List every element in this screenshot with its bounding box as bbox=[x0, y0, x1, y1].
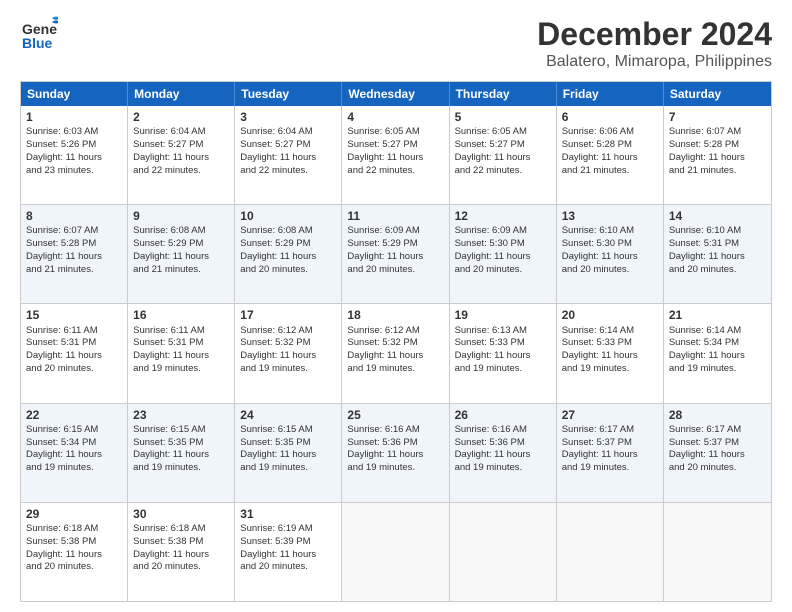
day-25: 25Sunrise: 6:16 AMSunset: 5:36 PMDayligh… bbox=[342, 404, 449, 502]
day-21: 21Sunrise: 6:14 AMSunset: 5:34 PMDayligh… bbox=[664, 304, 771, 402]
day-10: 10Sunrise: 6:08 AMSunset: 5:29 PMDayligh… bbox=[235, 205, 342, 303]
day-27: 27Sunrise: 6:17 AMSunset: 5:37 PMDayligh… bbox=[557, 404, 664, 502]
day-9: 9Sunrise: 6:08 AMSunset: 5:29 PMDaylight… bbox=[128, 205, 235, 303]
header-sunday: Sunday bbox=[21, 82, 128, 106]
day-13: 13Sunrise: 6:10 AMSunset: 5:30 PMDayligh… bbox=[557, 205, 664, 303]
day-6: 6Sunrise: 6:06 AMSunset: 5:28 PMDaylight… bbox=[557, 106, 664, 204]
day-29: 29Sunrise: 6:18 AMSunset: 5:38 PMDayligh… bbox=[21, 503, 128, 601]
logo-icon: General Blue bbox=[20, 16, 58, 54]
calendar: Sunday Monday Tuesday Wednesday Thursday… bbox=[20, 81, 772, 602]
day-31: 31Sunrise: 6:19 AMSunset: 5:39 PMDayligh… bbox=[235, 503, 342, 601]
header-friday: Friday bbox=[557, 82, 664, 106]
header-monday: Monday bbox=[128, 82, 235, 106]
day-empty bbox=[450, 503, 557, 601]
svg-text:Blue: Blue bbox=[22, 35, 53, 51]
day-16: 16Sunrise: 6:11 AMSunset: 5:31 PMDayligh… bbox=[128, 304, 235, 402]
day-14: 14Sunrise: 6:10 AMSunset: 5:31 PMDayligh… bbox=[664, 205, 771, 303]
week-3: 15Sunrise: 6:11 AMSunset: 5:31 PMDayligh… bbox=[21, 303, 771, 402]
day-20: 20Sunrise: 6:14 AMSunset: 5:33 PMDayligh… bbox=[557, 304, 664, 402]
header-wednesday: Wednesday bbox=[342, 82, 449, 106]
calendar-body: 1Sunrise: 6:03 AMSunset: 5:26 PMDaylight… bbox=[21, 106, 771, 601]
calendar-header: Sunday Monday Tuesday Wednesday Thursday… bbox=[21, 82, 771, 106]
week-4: 22Sunrise: 6:15 AMSunset: 5:34 PMDayligh… bbox=[21, 403, 771, 502]
day-23: 23Sunrise: 6:15 AMSunset: 5:35 PMDayligh… bbox=[128, 404, 235, 502]
week-1: 1Sunrise: 6:03 AMSunset: 5:26 PMDaylight… bbox=[21, 106, 771, 204]
day-empty bbox=[342, 503, 449, 601]
header-tuesday: Tuesday bbox=[235, 82, 342, 106]
page-subtitle: Balatero, Mimaropa, Philippines bbox=[537, 53, 772, 71]
day-3: 3Sunrise: 6:04 AMSunset: 5:27 PMDaylight… bbox=[235, 106, 342, 204]
day-5: 5Sunrise: 6:05 AMSunset: 5:27 PMDaylight… bbox=[450, 106, 557, 204]
day-28: 28Sunrise: 6:17 AMSunset: 5:37 PMDayligh… bbox=[664, 404, 771, 502]
header: General Blue December 2024 Balatero, Mim… bbox=[20, 16, 772, 71]
day-8: 8Sunrise: 6:07 AMSunset: 5:28 PMDaylight… bbox=[21, 205, 128, 303]
day-22: 22Sunrise: 6:15 AMSunset: 5:34 PMDayligh… bbox=[21, 404, 128, 502]
week-2: 8Sunrise: 6:07 AMSunset: 5:28 PMDaylight… bbox=[21, 204, 771, 303]
day-12: 12Sunrise: 6:09 AMSunset: 5:30 PMDayligh… bbox=[450, 205, 557, 303]
day-24: 24Sunrise: 6:15 AMSunset: 5:35 PMDayligh… bbox=[235, 404, 342, 502]
week-5: 29Sunrise: 6:18 AMSunset: 5:38 PMDayligh… bbox=[21, 502, 771, 601]
day-4: 4Sunrise: 6:05 AMSunset: 5:27 PMDaylight… bbox=[342, 106, 449, 204]
page-title: December 2024 bbox=[537, 16, 772, 53]
header-saturday: Saturday bbox=[664, 82, 771, 106]
day-19: 19Sunrise: 6:13 AMSunset: 5:33 PMDayligh… bbox=[450, 304, 557, 402]
day-15: 15Sunrise: 6:11 AMSunset: 5:31 PMDayligh… bbox=[21, 304, 128, 402]
day-26: 26Sunrise: 6:16 AMSunset: 5:36 PMDayligh… bbox=[450, 404, 557, 502]
header-thursday: Thursday bbox=[450, 82, 557, 106]
day-11: 11Sunrise: 6:09 AMSunset: 5:29 PMDayligh… bbox=[342, 205, 449, 303]
day-30: 30Sunrise: 6:18 AMSunset: 5:38 PMDayligh… bbox=[128, 503, 235, 601]
day-7: 7Sunrise: 6:07 AMSunset: 5:28 PMDaylight… bbox=[664, 106, 771, 204]
page: General Blue December 2024 Balatero, Mim… bbox=[0, 0, 792, 612]
day-18: 18Sunrise: 6:12 AMSunset: 5:32 PMDayligh… bbox=[342, 304, 449, 402]
day-17: 17Sunrise: 6:12 AMSunset: 5:32 PMDayligh… bbox=[235, 304, 342, 402]
logo: General Blue bbox=[20, 16, 58, 54]
title-block: December 2024 Balatero, Mimaropa, Philip… bbox=[537, 16, 772, 71]
day-empty bbox=[557, 503, 664, 601]
day-1: 1Sunrise: 6:03 AMSunset: 5:26 PMDaylight… bbox=[21, 106, 128, 204]
day-empty bbox=[664, 503, 771, 601]
day-2: 2Sunrise: 6:04 AMSunset: 5:27 PMDaylight… bbox=[128, 106, 235, 204]
